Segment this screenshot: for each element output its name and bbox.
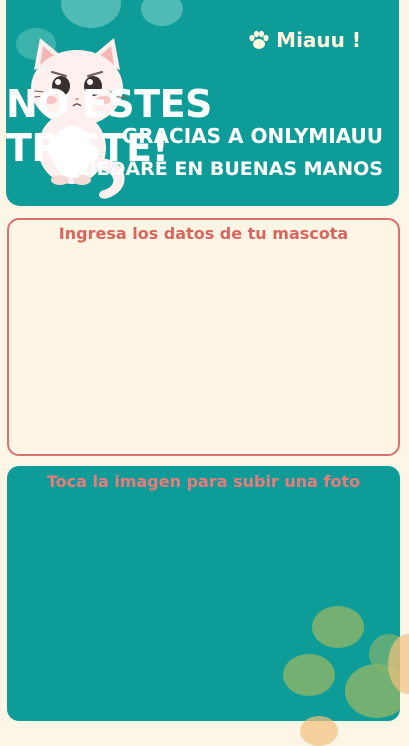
form-heading: Ingresa los datos de tu mascota xyxy=(58,224,349,243)
photo-heading: Toca la imagen para subir una foto xyxy=(46,472,361,491)
decor-blob xyxy=(300,716,338,746)
banner-subtitle-2: QUEDARÉ EN BUENAS MANOS xyxy=(65,158,383,180)
pet-data-form[interactable]: Ingresa los datos de tu mascota xyxy=(7,218,400,456)
paw-icon xyxy=(248,30,270,50)
banner-subtitle-1: GRACIAS A ONLYMIAUU xyxy=(121,124,383,148)
decor-blob xyxy=(61,0,121,28)
brand-text: Miauu ! xyxy=(276,28,361,52)
header-banner: Miauu ! NO ESTES TRISTE! GRACIAS A ONLYM… xyxy=(6,0,399,206)
photo-upload-area[interactable]: Toca la imagen para subir una foto xyxy=(7,466,400,721)
paw-decoration xyxy=(312,606,364,648)
decor-blob xyxy=(141,0,183,26)
brand-label: Miauu ! xyxy=(248,28,361,52)
paw-decoration xyxy=(283,654,335,696)
